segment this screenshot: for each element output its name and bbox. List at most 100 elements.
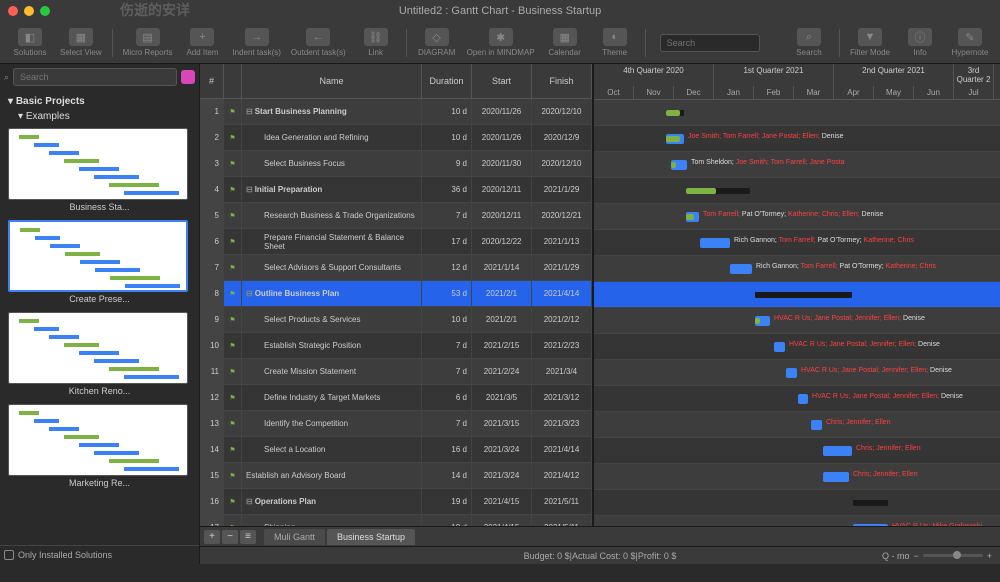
task-flag-icon[interactable]: ⚑ <box>224 359 242 384</box>
task-row[interactable]: 4⚑⊟Initial Preparation36 d2020/12/112021… <box>200 177 592 203</box>
sheet-tab[interactable]: Muli Gantt <box>264 529 325 545</box>
task-flag-icon[interactable]: ⚑ <box>224 281 242 306</box>
view-button[interactable]: ▦Select View <box>56 26 106 59</box>
zoom-in-icon[interactable]: + <box>987 551 992 561</box>
task-row[interactable]: 7⚑Select Advisors & Support Consultants1… <box>200 255 592 281</box>
task-row[interactable]: 10⚑Establish Strategic Position7 d2021/2… <box>200 333 592 359</box>
toolbar-search-input[interactable] <box>660 34 760 52</box>
chart-row[interactable]: Tom Sheldon; Joe Smith; Tom Farrell; Jan… <box>594 152 1000 178</box>
task-flag-icon[interactable]: ⚑ <box>224 255 242 280</box>
task-bar[interactable] <box>823 446 852 456</box>
chart-row[interactable] <box>594 490 1000 516</box>
mindmap-button[interactable]: ✱Open in MINDMAP <box>463 26 539 59</box>
theme-button[interactable]: ◐Theme <box>591 26 639 59</box>
task-flag-icon[interactable]: ⚑ <box>224 203 242 228</box>
task-row[interactable]: 16⚑⊟Operations Plan19 d2021/4/152021/5/1… <box>200 489 592 515</box>
solutions-button[interactable]: ◧Solutions <box>6 26 54 59</box>
task-name[interactable]: Select Business Focus <box>242 151 422 176</box>
task-name[interactable]: Create Mission Statement <box>242 359 422 384</box>
chart-row[interactable]: HVAC R Us; Jane Postal; Jennifer; Ellen;… <box>594 334 1000 360</box>
task-flag-icon[interactable]: ⚑ <box>224 125 242 150</box>
task-bar[interactable] <box>811 420 822 430</box>
task-name[interactable]: Establish an Advisory Board <box>242 463 422 488</box>
task-bar[interactable] <box>774 342 785 352</box>
hypernote-button[interactable]: ✎Hypernote <box>946 26 994 59</box>
task-row[interactable]: 17⚑Shipping19 d2021/4/152021/5/11 <box>200 515 592 526</box>
task-flag-icon[interactable]: ⚑ <box>224 177 242 202</box>
outdent-button[interactable]: ←Outdent task(s) <box>287 26 350 59</box>
col-finish[interactable]: Finish <box>532 64 592 98</box>
search-button[interactable]: ⌕Search <box>785 26 833 59</box>
chart-row[interactable]: Joe Smith; Tom Farrell; Jane Postal; Ell… <box>594 126 1000 152</box>
filter-button[interactable]: ▼Filter Mode <box>846 26 894 59</box>
info-button[interactable]: ⓘInfo <box>896 26 944 59</box>
chart-row[interactable]: HVAC R Us; Jane Postal; Jennifer; Ellen;… <box>594 360 1000 386</box>
task-bar[interactable] <box>798 394 808 404</box>
template-thumb[interactable]: Marketing Re... <box>8 404 191 488</box>
tree-root[interactable]: ▾ Basic Projects <box>4 94 195 109</box>
task-name[interactable]: Select Advisors & Support Consultants <box>242 255 422 280</box>
chart-row[interactable]: HVAC R Us; Mike Grabowski <box>594 516 1000 526</box>
task-row[interactable]: 3⚑Select Business Focus9 d2020/11/302020… <box>200 151 592 177</box>
task-name[interactable]: ⊟Outline Business Plan <box>242 281 422 306</box>
sidebar-search-input[interactable] <box>13 68 177 86</box>
tree-group[interactable]: ▾ Examples <box>4 109 195 124</box>
task-bar[interactable] <box>853 524 888 526</box>
task-row[interactable]: 8⚑⊟Outline Business Plan53 d2021/2/12021… <box>200 281 592 307</box>
task-flag-icon[interactable]: ⚑ <box>224 385 242 410</box>
task-flag-icon[interactable]: ⚑ <box>224 151 242 176</box>
chart-row[interactable] <box>594 100 1000 126</box>
task-flag-icon[interactable]: ⚑ <box>224 99 242 124</box>
link-button[interactable]: ⛓Link <box>352 26 400 59</box>
task-row[interactable]: 15⚑Establish an Advisory Board14 d2021/3… <box>200 463 592 489</box>
task-flag-icon[interactable]: ⚑ <box>224 463 242 488</box>
task-bar[interactable] <box>730 264 752 274</box>
chart-row[interactable]: Chris; Jennifer; Ellen <box>594 412 1000 438</box>
col-start[interactable]: Start <box>472 64 532 98</box>
indent-button[interactable]: →Indent task(s) <box>228 26 284 59</box>
task-name[interactable]: Select a Location <box>242 437 422 462</box>
task-name[interactable]: ⊟Start Business Planning <box>242 99 422 124</box>
task-flag-icon[interactable]: ⚑ <box>224 489 242 514</box>
chart-row[interactable] <box>594 282 1000 308</box>
maximize-icon[interactable] <box>40 6 50 16</box>
col-duration[interactable]: Duration <box>422 64 472 98</box>
task-row[interactable]: 1⚑⊟Start Business Planning10 d2020/11/26… <box>200 99 592 125</box>
chart-row[interactable]: HVAC R Us; Jane Postal; Jennifer; Ellen;… <box>594 308 1000 334</box>
task-flag-icon[interactable]: ⚑ <box>224 229 242 254</box>
col-num[interactable]: # <box>200 64 224 98</box>
task-flag-icon[interactable]: ⚑ <box>224 515 242 526</box>
sidebar-badge-icon[interactable] <box>181 70 195 84</box>
template-thumb[interactable]: Create Prese... <box>8 220 191 304</box>
task-flag-icon[interactable]: ⚑ <box>224 411 242 436</box>
chart-row[interactable]: Rich Gannon; Tom Farrell; Pat O'Tormey; … <box>594 230 1000 256</box>
chart-row[interactable]: HVAC R Us; Jane Postal; Jennifer; Ellen;… <box>594 386 1000 412</box>
task-flag-icon[interactable]: ⚑ <box>224 333 242 358</box>
task-name[interactable]: Idea Generation and Refining <box>242 125 422 150</box>
template-thumb[interactable]: Kitchen Reno... <box>8 312 191 396</box>
minimize-icon[interactable] <box>24 6 34 16</box>
chart-row[interactable]: Chris; Jennifer; Ellen <box>594 464 1000 490</box>
task-name[interactable]: Select Products & Services <box>242 307 422 332</box>
task-name[interactable]: Establish Strategic Position <box>242 333 422 358</box>
chart-row[interactable]: Rich Gannon; Tom Farrell; Pat O'Tormey; … <box>594 256 1000 282</box>
task-bar[interactable] <box>823 472 849 482</box>
summary-bar[interactable] <box>853 500 888 506</box>
close-icon[interactable] <box>8 6 18 16</box>
remove-tab-button[interactable]: − <box>222 530 238 544</box>
task-name[interactable]: Prepare Financial Statement & Balance Sh… <box>242 229 422 254</box>
tab-menu-button[interactable]: ≡ <box>240 530 256 544</box>
chart-row[interactable]: Tom Farrell; Pat O'Tormey; Katherine; Ch… <box>594 204 1000 230</box>
col-icon[interactable] <box>224 64 242 98</box>
task-row[interactable]: 14⚑Select a Location16 d2021/3/242021/4/… <box>200 437 592 463</box>
task-name[interactable]: Define Industry & Target Markets <box>242 385 422 410</box>
task-name[interactable]: ⊟Operations Plan <box>242 489 422 514</box>
task-row[interactable]: 9⚑Select Products & Services10 d2021/2/1… <box>200 307 592 333</box>
summary-bar[interactable] <box>755 292 852 298</box>
add-button[interactable]: +Add Item <box>178 26 226 59</box>
calendar-button[interactable]: ▦Calendar <box>541 26 589 59</box>
task-bar[interactable] <box>786 368 797 378</box>
template-thumb[interactable]: Business Sta... <box>8 128 191 212</box>
diagram-button[interactable]: ◇DIAGRAM <box>413 26 461 59</box>
task-row[interactable]: 12⚑Define Industry & Target Markets6 d20… <box>200 385 592 411</box>
